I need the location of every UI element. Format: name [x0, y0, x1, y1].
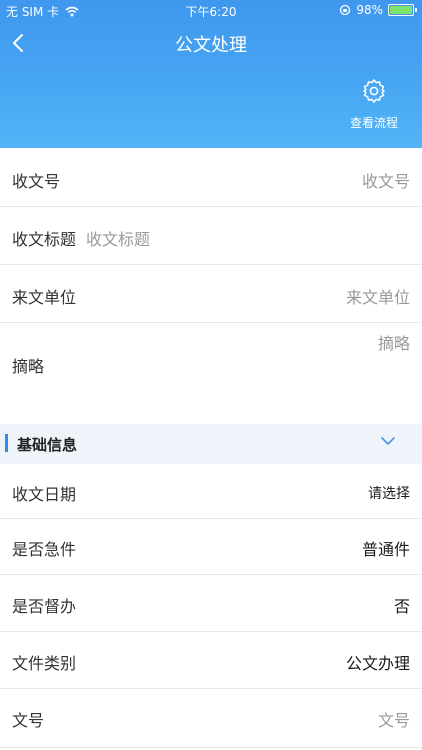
sender-unit-input[interactable]: 来文单位: [346, 284, 410, 308]
receipt-number-input[interactable]: 收文号: [362, 168, 410, 192]
supervise-row[interactable]: 是否督办 否: [0, 575, 422, 632]
document-number-input[interactable]: 文号: [378, 707, 410, 731]
view-flow-button[interactable]: 查看流程: [338, 74, 410, 142]
receipt-date-label: 收文日期: [12, 485, 77, 504]
file-category-select[interactable]: 公文办理: [346, 650, 410, 674]
file-category-label: 文件类别: [12, 654, 77, 673]
summary-label: 摘略: [12, 357, 45, 376]
header: 无 SIM 卡 下午6:20 98% 公文处理 查看流程: [0, 0, 422, 148]
receipt-date-row[interactable]: 收文日期 请选择: [0, 464, 422, 519]
orientation-lock-icon: [340, 4, 351, 16]
supervise-select[interactable]: 否: [394, 593, 410, 617]
summary-input[interactable]: 摘略: [378, 330, 410, 354]
receipt-title-row[interactable]: 收文标题 收文标题: [0, 207, 422, 265]
battery-percent: 98%: [356, 3, 383, 17]
receipt-title-label: 收文标题: [12, 230, 77, 249]
battery-icon: [388, 4, 417, 16]
receipt-number-label: 收文号: [12, 172, 61, 191]
section-title: 基础信息: [17, 436, 78, 454]
urgent-select[interactable]: 普通件: [362, 536, 410, 560]
view-flow-label: 查看流程: [349, 116, 398, 130]
sender-unit-row[interactable]: 来文单位 来文单位: [0, 265, 422, 323]
summary-row[interactable]: 摘略 摘略: [0, 323, 422, 423]
receipt-number-row[interactable]: 收文号 收文号: [0, 149, 422, 207]
file-category-row[interactable]: 文件类别 公文办理: [0, 632, 422, 689]
chevron-down-icon[interactable]: [380, 436, 396, 446]
sender-unit-label: 来文单位: [12, 288, 77, 307]
receipt-date-select[interactable]: 请选择: [368, 483, 410, 503]
urgent-label: 是否急件: [12, 540, 77, 559]
document-number-row[interactable]: 文号 文号: [0, 689, 422, 748]
supervise-label: 是否督办: [12, 597, 77, 616]
basic-info-section-header[interactable]: 基础信息: [0, 424, 422, 464]
status-bar: 无 SIM 卡 下午6:20 98%: [0, 0, 422, 22]
receipt-title-input[interactable]: 收文标题: [86, 226, 150, 250]
urgent-row[interactable]: 是否急件 普通件: [0, 519, 422, 575]
gear-icon: [363, 79, 385, 103]
document-number-label: 文号: [12, 711, 45, 730]
section-accent-bar: [5, 434, 8, 452]
page-title: 公文处理: [175, 35, 247, 56]
